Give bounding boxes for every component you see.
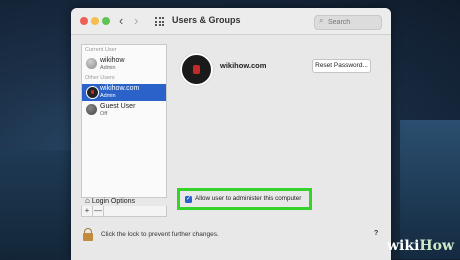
search-input[interactable] — [328, 17, 378, 27]
avatar — [86, 86, 99, 99]
help-button[interactable]: ? — [374, 230, 378, 237]
reset-password-button[interactable]: Reset Password... — [312, 59, 371, 73]
zoom-window-button[interactable] — [102, 17, 110, 25]
close-window-button[interactable] — [80, 17, 88, 25]
forward-arrow-icon[interactable]: › — [134, 13, 138, 28]
show-all-grid-icon[interactable] — [155, 17, 165, 26]
allow-admin-checkbox[interactable]: ✓ — [185, 196, 192, 203]
user-name: wikihow.com — [100, 85, 140, 92]
users-groups-window: ‹ › Users & Groups ⌕ Current User wikiho… — [71, 8, 391, 260]
user-row-guest[interactable]: Guest User Off — [82, 102, 166, 119]
user-name: Guest User — [100, 103, 136, 110]
add-remove-bar: + — — [81, 206, 167, 217]
user-role: Admin — [100, 65, 116, 71]
search-field[interactable]: ⌕ — [314, 15, 382, 30]
lock-message: Click the lock to prevent further change… — [101, 231, 219, 238]
user-avatar-large[interactable] — [180, 53, 213, 86]
add-user-button[interactable]: + — [82, 206, 93, 216]
login-options-label: Login Options — [91, 198, 136, 205]
user-row-wikihow-com[interactable]: wikihow.com Admin — [82, 84, 166, 101]
selected-user-name: wikihow.com — [220, 61, 267, 70]
remove-user-button[interactable]: — — [93, 206, 104, 216]
title-bar: ‹ › Users & Groups ⌕ — [71, 8, 391, 35]
login-options-item[interactable]: ⌂ Login Options — [85, 196, 135, 205]
user-name: wikihow — [100, 57, 125, 64]
house-icon: ⌂ — [85, 196, 90, 205]
wikihow-watermark: wikiHow — [387, 238, 454, 254]
users-sidebar: Current User wikihow Admin Other Users w… — [81, 44, 167, 198]
avatar — [86, 58, 97, 69]
lock-icon[interactable] — [83, 228, 93, 241]
avatar — [86, 104, 97, 115]
user-role: Off — [100, 111, 108, 117]
back-arrow-icon[interactable]: ‹ — [119, 13, 123, 28]
watermark-how: How — [419, 238, 455, 254]
watermark-wiki: wiki — [387, 238, 420, 254]
current-user-header: Current User — [85, 47, 117, 53]
allow-admin-label: Allow user to administer this computer — [195, 195, 302, 202]
admin-checkbox-highlight: ✓ Allow user to administer this computer — [177, 188, 312, 210]
other-users-header: Other Users — [85, 75, 115, 81]
user-role: Admin — [100, 93, 116, 99]
window-title: Users & Groups — [172, 15, 241, 25]
user-row-wikihow[interactable]: wikihow Admin — [82, 56, 166, 73]
minimize-window-button[interactable] — [91, 17, 99, 25]
search-icon: ⌕ — [319, 16, 324, 25]
